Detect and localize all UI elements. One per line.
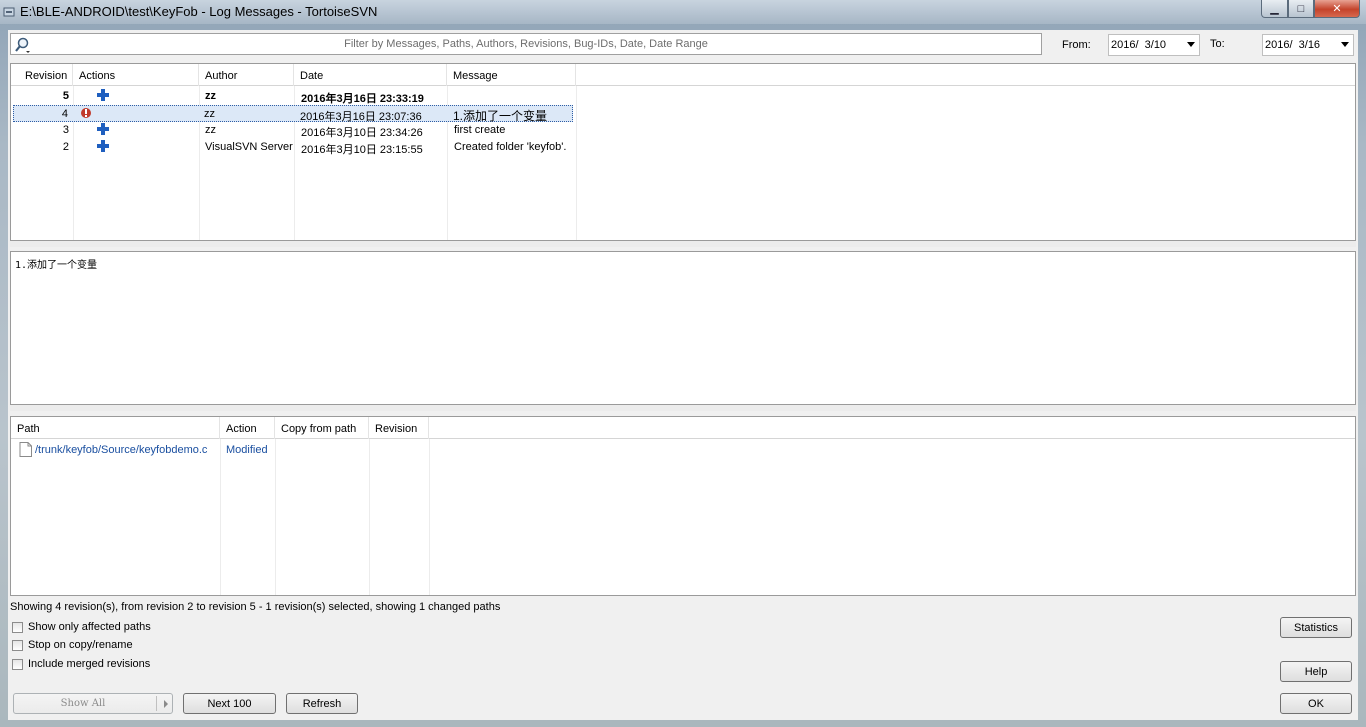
window-title: E:\BLE-ANDROID\test\KeyFob - Log Message…: [20, 4, 378, 19]
revision-list[interactable]: Revision Actions Author Date Message 5 z…: [10, 63, 1356, 241]
date-cell: 2016年3月16日 23:33:19: [301, 93, 424, 105]
revision-cell: 5: [62, 90, 69, 102]
checkbox-box[interactable]: [12, 621, 23, 633]
statistics-button[interactable]: Statistics: [1280, 617, 1352, 638]
next-100-button[interactable]: Next 100: [183, 693, 276, 714]
author-cell: zz: [205, 124, 216, 136]
date-cell: 2016年3月10日 23:34:26: [301, 127, 423, 139]
table-row[interactable]: 5 zz 2016年3月16日 23:33:19: [13, 88, 573, 105]
log-message-box[interactable]: 1.添加了一个变量: [10, 251, 1356, 405]
path-cell: /trunk/keyfob/Source/keyfobdemo.c: [35, 444, 208, 456]
checkbox-label: Show only affected paths: [28, 621, 151, 633]
column-header-author[interactable]: Author: [199, 64, 294, 86]
table-row[interactable]: 2 VisualSVN Server 2016年3月10日 23:15:55 C…: [13, 139, 573, 156]
splitter-bottom[interactable]: [10, 405, 1356, 411]
title-bar[interactable]: E:\BLE-ANDROID\test\KeyFob - Log Message…: [0, 0, 1366, 24]
column-header-revision[interactable]: Revision: [19, 64, 73, 86]
revision-cell: 3: [62, 124, 69, 136]
revision-cell: 2: [62, 141, 69, 153]
to-label: To:: [1210, 38, 1225, 50]
from-date-value: 2016/ 3/10: [1111, 39, 1167, 51]
revision-list-header: Revision Actions Author Date Message: [11, 64, 1355, 86]
modified-icon: [81, 108, 91, 118]
show-all-button[interactable]: Show All: [13, 693, 173, 714]
table-row[interactable]: 3 zz 2016年3月10日 23:34:26 first create: [13, 122, 573, 139]
date-cell: 2016年3月10日 23:15:55: [301, 144, 423, 156]
message-cell: first create: [454, 124, 506, 136]
checkbox-box[interactable]: [12, 658, 23, 670]
to-date-value: 2016/ 3/16: [1265, 39, 1321, 51]
tortoisesvn-icon: [3, 7, 15, 17]
column-header-copy-from-path[interactable]: Copy from path: [275, 417, 369, 439]
add-icon: [97, 140, 109, 152]
from-label: From:: [1062, 39, 1091, 51]
message-cell: Created folder 'keyfob'.: [454, 141, 567, 153]
chevron-right-icon[interactable]: [164, 700, 168, 708]
close-button[interactable]: ✕: [1314, 0, 1360, 18]
column-header-revision[interactable]: Revision: [369, 417, 429, 439]
filter-placeholder: Filter by Messages, Paths, Authors, Revi…: [344, 38, 708, 50]
include-merged-revisions-checkbox[interactable]: Include merged revisions: [12, 658, 150, 670]
status-text: Showing 4 revision(s), from revision 2 t…: [10, 601, 501, 613]
author-cell: VisualSVN Server: [205, 141, 293, 153]
log-dialog: Filter by Messages, Paths, Authors, Revi…: [8, 30, 1358, 720]
table-row[interactable]: /trunk/keyfob/Source/keyfobdemo.c Modifi…: [13, 442, 1353, 459]
refresh-button[interactable]: Refresh: [286, 693, 358, 714]
ok-button[interactable]: OK: [1280, 693, 1352, 714]
author-cell: zz: [204, 108, 215, 120]
action-cell: Modified: [226, 444, 268, 456]
column-header-message[interactable]: Message: [447, 64, 576, 86]
paths-list-header: Path Action Copy from path Revision: [11, 417, 1355, 439]
add-icon: [97, 123, 109, 135]
chevron-down-icon[interactable]: [1341, 42, 1349, 47]
to-date-picker[interactable]: 2016/ 3/16: [1262, 34, 1354, 56]
filter-input[interactable]: Filter by Messages, Paths, Authors, Revi…: [10, 33, 1042, 55]
chevron-down-icon[interactable]: [1187, 42, 1195, 47]
checkbox-box[interactable]: [12, 639, 23, 651]
maximize-button[interactable]: □: [1288, 0, 1314, 18]
minimize-button[interactable]: ▁: [1261, 0, 1288, 18]
splitter-top[interactable]: [10, 241, 1356, 247]
checkbox-label: Include merged revisions: [28, 658, 151, 670]
column-header-date[interactable]: Date: [294, 64, 447, 86]
help-button[interactable]: Help: [1280, 661, 1352, 682]
add-icon: [97, 89, 109, 101]
show-all-label: Show All: [60, 698, 106, 709]
from-date-picker[interactable]: 2016/ 3/10: [1108, 34, 1200, 56]
column-header-actions[interactable]: Actions: [73, 64, 199, 86]
table-row-selected[interactable]: 4 zz 2016年3月16日 23:07:36 1.添加了一个变量: [13, 105, 573, 123]
stop-on-copy-checkbox[interactable]: Stop on copy/rename: [12, 639, 133, 651]
checkbox-label: Stop on copy/rename: [28, 639, 133, 651]
file-icon: [19, 442, 32, 457]
changed-paths-list[interactable]: Path Action Copy from path Revision /tru…: [10, 416, 1356, 596]
column-header-path[interactable]: Path: [11, 417, 220, 439]
author-cell: zz: [205, 90, 216, 102]
show-only-affected-paths-checkbox[interactable]: Show only affected paths: [12, 621, 151, 633]
revision-cell: 4: [61, 108, 68, 120]
log-message-text: 1.添加了一个变量: [15, 260, 98, 271]
column-header-action[interactable]: Action: [220, 417, 275, 439]
